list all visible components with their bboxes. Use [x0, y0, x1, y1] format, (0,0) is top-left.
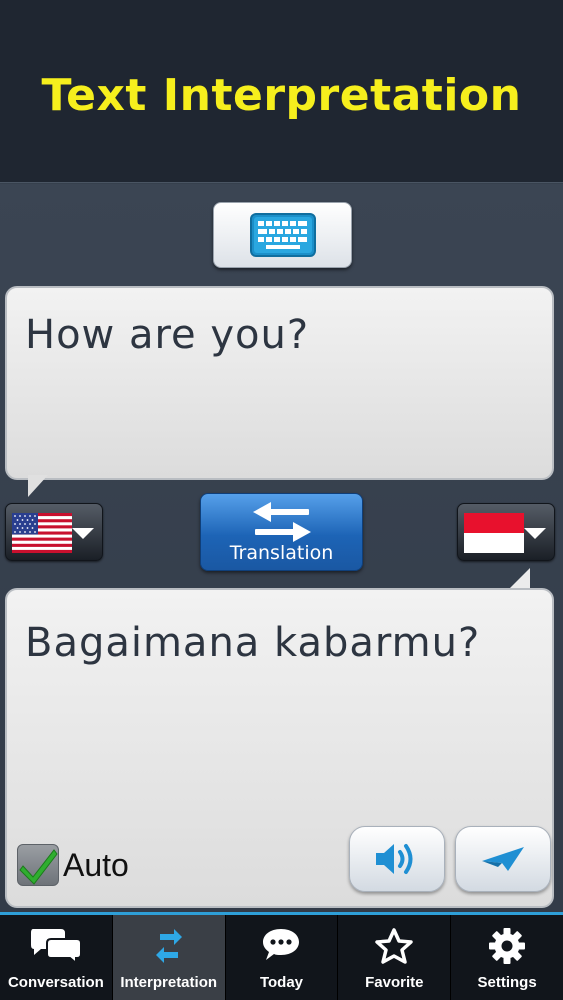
tab-today[interactable]: Today	[226, 915, 339, 1000]
tab-settings[interactable]: Settings	[451, 915, 563, 1000]
source-text: How are you?	[25, 312, 310, 358]
tab-settings-label: Settings	[477, 974, 537, 991]
chevron-down-icon	[524, 528, 546, 539]
star-icon	[375, 928, 414, 964]
tab-conversation[interactable]: Conversation	[0, 915, 113, 1000]
auto-label: Auto	[63, 846, 129, 883]
page-title: Text Interpretation	[41, 69, 522, 121]
tab-favorite-label: Favorite	[365, 974, 424, 991]
speech-bubble-icon	[263, 929, 300, 960]
tab-conversation-label: Conversation	[7, 974, 104, 991]
app-header: Text Interpretation	[0, 0, 563, 183]
target-language-selector[interactable]	[457, 503, 555, 561]
us-flag-icon	[12, 513, 72, 553]
swap-arrows-icon	[253, 502, 311, 542]
indonesia-flag-icon	[464, 513, 524, 553]
gear-icon	[489, 928, 526, 964]
translation-button[interactable]: Translation	[200, 493, 363, 571]
speak-button[interactable]	[349, 826, 445, 892]
keyboard-button[interactable]	[213, 202, 352, 268]
send-plane-icon	[482, 847, 524, 871]
source-bubble-tail	[28, 475, 48, 497]
translation-label: Translation	[229, 542, 334, 564]
translated-text: Bagaimana kabarmu?	[25, 620, 481, 666]
bottom-tab-bar: Conversation Interpretation Today Favori…	[0, 912, 563, 1000]
send-button[interactable]	[455, 826, 551, 892]
target-bubble-tail	[508, 568, 530, 590]
source-text-box[interactable]: How are you?	[5, 286, 554, 480]
source-language-selector[interactable]	[5, 503, 103, 561]
auto-checkbox[interactable]	[17, 844, 59, 886]
chevron-down-icon	[72, 528, 94, 539]
swap-arrows-icon	[155, 929, 182, 963]
tab-interpretation[interactable]: Interpretation	[112, 915, 226, 1000]
keyboard-icon	[249, 213, 316, 257]
tab-today-label: Today	[259, 974, 304, 991]
chat-bubbles-icon	[30, 929, 82, 963]
tab-interpretation-label: Interpretation	[120, 974, 218, 991]
auto-toggle[interactable]: Auto	[17, 843, 129, 887]
tab-favorite[interactable]: Favorite	[338, 915, 452, 1000]
checkmark-icon	[19, 849, 58, 885]
speaker-icon	[376, 844, 413, 874]
